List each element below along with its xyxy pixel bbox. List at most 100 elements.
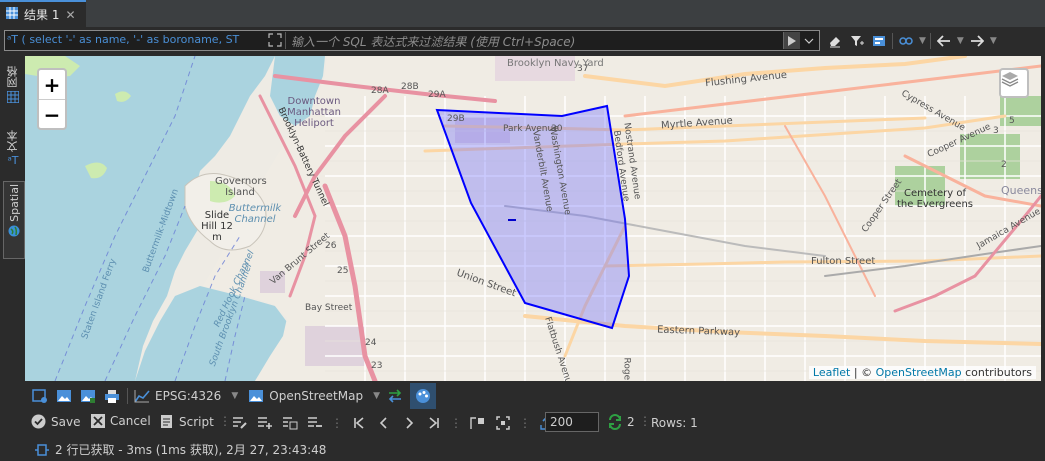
text-icon: ᵃT (7, 154, 19, 167)
view-switcher: 网格 文本 ᵃT Spatial (0, 56, 25, 382)
close-icon[interactable]: ✕ (65, 8, 75, 22)
text-view-tab[interactable]: 文本 ᵃT (3, 128, 23, 167)
panel-toggle-icon[interactable] (469, 414, 487, 432)
grid-view-label: 网格 (6, 66, 19, 88)
add-map-icon[interactable] (31, 387, 49, 405)
script-label: Script (179, 414, 214, 429)
sql-icon: ᵃT (7, 33, 22, 46)
result-tab-label: 结果 1 (24, 8, 60, 22)
save-label: Save (51, 414, 81, 429)
map-label: 3 (993, 126, 999, 136)
filter-icon[interactable] (848, 32, 866, 50)
check-circle-icon (31, 414, 46, 429)
table-icon (6, 7, 18, 22)
delete-row-icon[interactable] (306, 414, 324, 432)
add-row-icon[interactable] (256, 414, 274, 432)
chevron-down-icon[interactable]: ▼ (990, 36, 997, 46)
map-label: 25 (337, 266, 349, 276)
basemap-selector[interactable]: OpenStreetMap (248, 389, 363, 403)
toolbar-separator: ⋮ (331, 416, 343, 430)
layers-icon (1001, 72, 1019, 87)
next-page-icon[interactable] (400, 414, 418, 432)
crs-label: EPSG:4326 (155, 389, 222, 403)
map-label: Rogers (621, 357, 632, 382)
result-tab[interactable]: 结果 1 ✕ (0, 0, 86, 27)
image-icon (249, 390, 264, 402)
text-view-label: 文本 (6, 130, 19, 152)
map-label: 28A (371, 86, 389, 96)
map-tiles[interactable] (25, 56, 1041, 381)
toolbar-separator: ⋮ (219, 414, 231, 428)
expand-icon[interactable] (267, 32, 283, 51)
save-button[interactable]: Save (31, 414, 80, 429)
layers-button[interactable] (999, 68, 1029, 98)
map-label: Governors Island (215, 176, 267, 198)
apply-filter-button[interactable] (783, 32, 800, 49)
map-label: 2 (1001, 160, 1007, 170)
grid-icon (7, 91, 19, 103)
chevron-down-icon[interactable]: ▼ (373, 391, 380, 401)
chevron-down-icon[interactable]: ▼ (231, 391, 238, 401)
duplicate-row-icon[interactable] (281, 414, 299, 432)
rows-count: Rows: 1 (651, 416, 698, 430)
crs-selector[interactable]: EPSG:4326 (134, 389, 221, 403)
map-label: 26 (325, 241, 337, 251)
map-label: 5 (1009, 116, 1015, 126)
map-view[interactable]: Brooklyn Navy Yard Flushing Avenue Downt… (25, 56, 1041, 381)
arrow-left-icon[interactable] (935, 32, 953, 50)
basemap-label: OpenStreetMap (269, 389, 364, 403)
results-action-bar: Save Cancel Script ⋮ ⋮ ⋮ ⋮ ⋮ 2 ⋮ Rows: 1 (25, 410, 1041, 437)
last-page-icon[interactable] (425, 414, 443, 432)
toolbar-separator: ⋮ (639, 414, 651, 428)
cancel-button[interactable]: Cancel (91, 414, 151, 428)
map-label: Slide Hill 12 m (201, 210, 233, 243)
first-page-icon[interactable] (350, 414, 368, 432)
palette-button[interactable] (410, 383, 437, 409)
filter-query-prefix[interactable]: ᵃT ( select '-' as name, '-' as boroname… (7, 33, 263, 48)
play-icon (788, 35, 796, 46)
image-icon[interactable] (55, 387, 73, 405)
eraser-icon[interactable] (826, 32, 844, 50)
cancel-label: Cancel (110, 414, 151, 428)
connection-icon (35, 443, 49, 456)
leaflet-link[interactable]: Leaflet (813, 366, 850, 379)
chevron-down-icon[interactable]: ▼ (919, 36, 926, 46)
map-label: 30 (551, 124, 563, 134)
map-label: Queens (1001, 184, 1041, 197)
osm-link[interactable]: OpenStreetMap (876, 366, 962, 379)
zoom-in-button[interactable]: + (39, 70, 65, 99)
edit-row-icon[interactable] (231, 414, 249, 432)
link-icon[interactable] (897, 32, 915, 50)
script-button[interactable]: Script (159, 414, 214, 429)
filter-bar: ᵃT ( select '-' as name, '-' as boroname… (0, 27, 1045, 55)
zoom-out-button[interactable]: − (39, 99, 65, 129)
prev-page-icon[interactable] (375, 414, 393, 432)
refresh-count: 2 (627, 415, 635, 429)
status-text: 2 行已获取 - 3ms (1ms 获取), 2月 27, 23:43:48 (55, 443, 327, 457)
chevron-down-icon (804, 38, 814, 44)
fetch-size-input[interactable] (545, 412, 599, 432)
filter-input[interactable] (289, 32, 783, 51)
filter-settings-icon[interactable] (870, 32, 888, 50)
status-bar: 2 行已获取 - 3ms (1ms 获取), 2月 27, 23:43:48 (25, 437, 1041, 461)
filter-prefix-text: ( select '-' as name, '-' as boroname, S… (21, 33, 240, 46)
print-icon[interactable] (103, 387, 121, 405)
filter-history-dropdown[interactable] (801, 32, 817, 49)
map-label: Fulton Street (811, 256, 876, 267)
fullscreen-icon[interactable] (494, 414, 512, 432)
attribution-suffix: contributors (961, 366, 1032, 379)
refresh-button[interactable]: 2 (607, 414, 635, 430)
chevron-down-icon[interactable]: ▼ (957, 36, 964, 46)
map-label: 23 (371, 361, 383, 371)
map-label: Bay Street (305, 303, 353, 313)
zoom-control: + − (37, 68, 67, 130)
map-label: 29A (428, 90, 446, 100)
save-image-icon[interactable] (79, 387, 97, 405)
spatial-view-label: Spatial (7, 184, 21, 222)
toolbar-separator (127, 388, 128, 404)
arrow-right-icon[interactable] (968, 32, 986, 50)
swap-icon[interactable] (386, 387, 404, 405)
grid-view-tab[interactable]: 网格 (3, 64, 23, 103)
spatial-view-tab[interactable]: Spatial (3, 181, 25, 259)
toolbar-separator: ⋮ (450, 416, 462, 430)
